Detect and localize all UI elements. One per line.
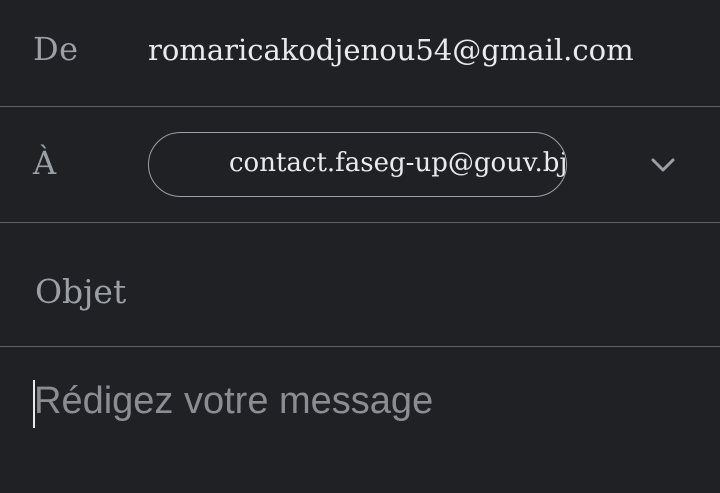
recipient-chip[interactable]: contact.faseg-up@gouv.bj — [148, 132, 567, 197]
recipient-address: contact.faseg-up@gouv.bj — [229, 148, 567, 178]
from-row: De romaricakodjenou54@gmail.com — [0, 0, 720, 107]
subject-input[interactable] — [33, 262, 687, 320]
chevron-down-icon — [651, 158, 675, 172]
compose-form: De romaricakodjenou54@gmail.com À contac… — [0, 0, 720, 493]
from-address[interactable]: romaricakodjenou54@gmail.com — [148, 33, 634, 67]
expand-recipients-button[interactable] — [646, 148, 680, 182]
from-label: De — [33, 30, 79, 68]
message-body-input[interactable] — [34, 375, 694, 485]
to-label: À — [33, 144, 57, 182]
message-body-area — [0, 347, 720, 493]
to-row: À contact.faseg-up@gouv.bj — [0, 107, 720, 223]
